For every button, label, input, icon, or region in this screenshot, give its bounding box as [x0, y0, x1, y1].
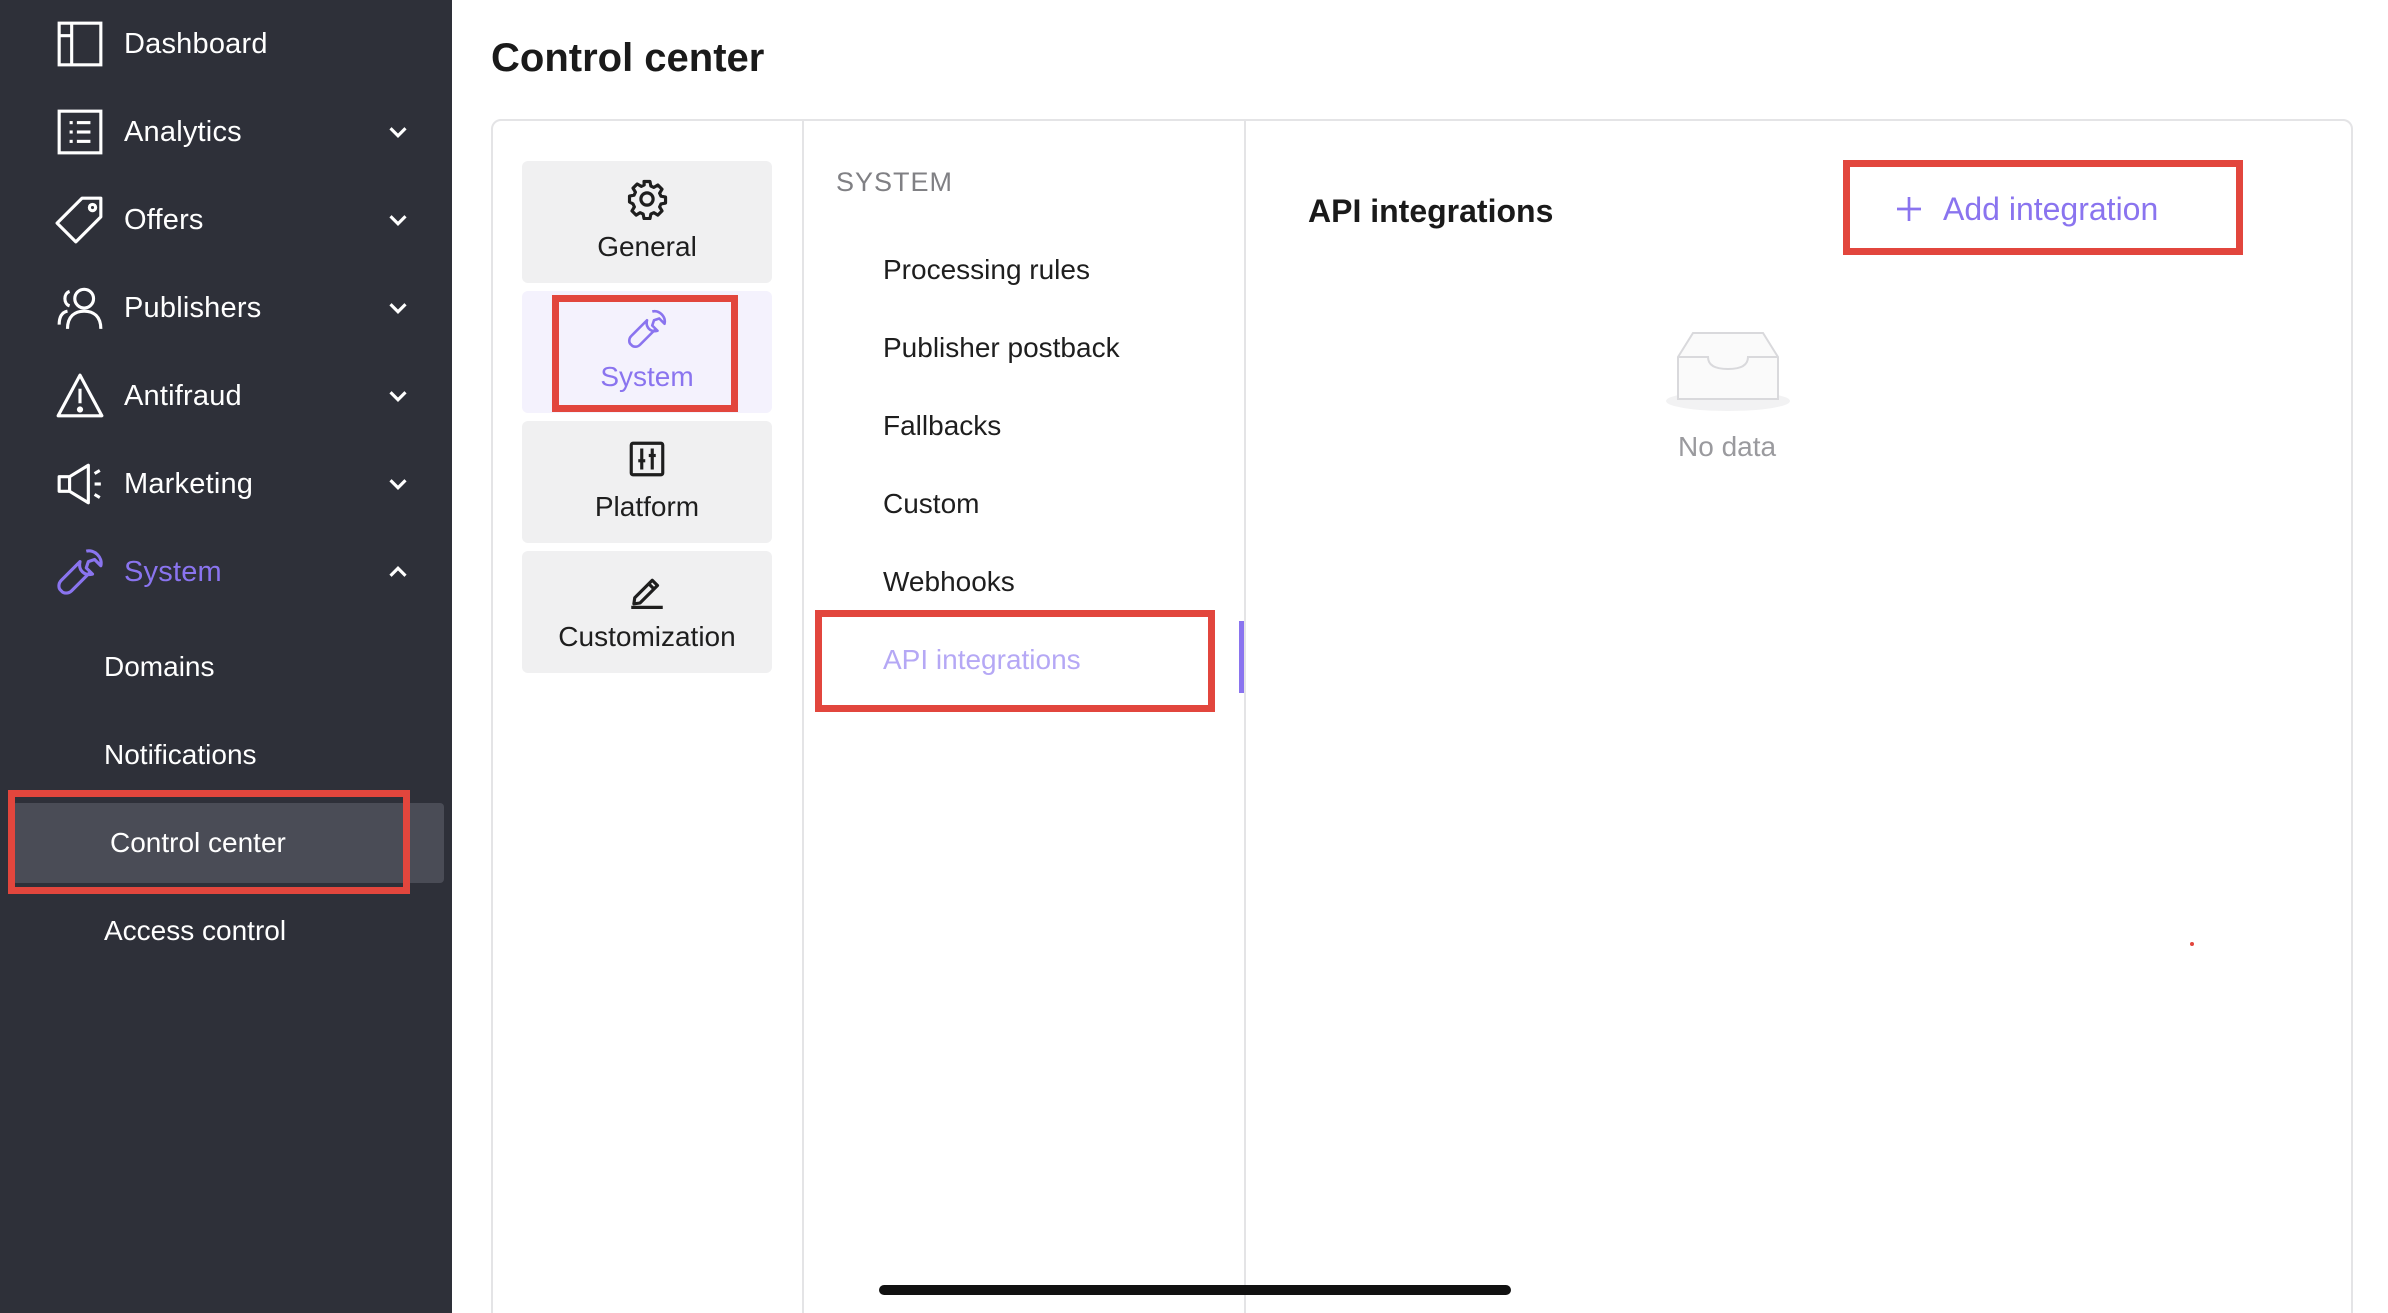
- sidebar-item-label: Offers: [124, 203, 204, 236]
- sidebar-subitem-label: Notifications: [104, 739, 257, 770]
- dashboard-icon: [54, 18, 106, 70]
- sidebar-subitem-label: Access control: [104, 915, 287, 946]
- menu-item-label: Processing rules: [883, 254, 1090, 285]
- menu-item-api-integrations[interactable]: API integrations: [836, 625, 1266, 695]
- menu-item-label: Webhooks: [883, 566, 1015, 597]
- category-tile-customization[interactable]: Customization: [522, 551, 772, 673]
- sidebar-subitem-label: Domains: [104, 651, 215, 682]
- annotation-dot: [2190, 942, 2194, 946]
- menu-item-webhooks[interactable]: Webhooks: [836, 547, 1266, 617]
- plus-icon: [1897, 197, 1921, 221]
- add-integration-label: Add integration: [1943, 190, 2159, 227]
- empty-state-text: No data: [1678, 431, 1777, 462]
- sidebar-item-label: System: [124, 555, 222, 588]
- menu-item-publisher-postback[interactable]: Publisher postback: [836, 313, 1266, 383]
- menu-item-processing-rules[interactable]: Processing rules: [836, 235, 1266, 305]
- sidebar-subitem-domains[interactable]: Domains: [0, 627, 452, 707]
- add-integration-button[interactable]: Add integration: [1893, 181, 2158, 237]
- sidebar-item-label: Antifraud: [124, 379, 242, 412]
- pen-icon: [625, 567, 669, 611]
- sidebar-item-label: Dashboard: [124, 27, 268, 60]
- users-icon: [54, 282, 106, 334]
- sidebar-item-marketing[interactable]: Marketing: [0, 440, 452, 528]
- sidebar-item-system[interactable]: System: [0, 528, 452, 616]
- sidebar-item-offers[interactable]: Offers: [0, 176, 452, 264]
- wrench-icon: [625, 307, 669, 351]
- sidebar-item-label: Analytics: [124, 115, 242, 148]
- control-center-panel: General System Platform Customization SY…: [491, 119, 2353, 1313]
- warning-icon: [54, 370, 106, 422]
- category-tile-general[interactable]: General: [522, 161, 772, 283]
- sidebar-item-label: Marketing: [124, 467, 254, 500]
- sidebar-item-publishers[interactable]: Publishers: [0, 264, 452, 352]
- category-tile-system[interactable]: System: [522, 291, 772, 413]
- chevron-down-icon: [389, 127, 407, 138]
- category-tile-label: Platform: [594, 491, 700, 522]
- category-tile-platform[interactable]: Platform: [522, 421, 772, 543]
- sidebar-item-antifraud[interactable]: Antifraud: [0, 352, 452, 440]
- chevron-down-icon: [389, 303, 407, 314]
- sliders-icon: [625, 437, 669, 481]
- active-menu-indicator: [1239, 621, 1244, 693]
- category-tile-label: General: [597, 231, 697, 262]
- category-tile-label: Customization: [558, 621, 736, 652]
- menu-item-label: Custom: [883, 488, 980, 519]
- megaphone-icon: [54, 458, 106, 510]
- chevron-down-icon: [389, 215, 407, 226]
- sidebar-item-dashboard[interactable]: Dashboard: [0, 0, 452, 88]
- analytics-icon: [54, 106, 106, 158]
- sidebar-subitem-label: Control center: [110, 827, 286, 858]
- menu-section-heading: SYSTEM: [836, 167, 954, 197]
- sidebar: Dashboard Analytics Offers Publishers An…: [0, 0, 452, 1313]
- gear-icon: [625, 177, 669, 221]
- sidebar-item-analytics[interactable]: Analytics: [0, 88, 452, 176]
- wrench-icon: [54, 546, 106, 598]
- home-indicator: [879, 1285, 1511, 1295]
- category-tile-label: System: [600, 361, 694, 392]
- chevron-down-icon: [389, 391, 407, 402]
- column-divider: [802, 121, 804, 1313]
- sidebar-item-label: Publishers: [124, 291, 262, 324]
- menu-item-label: API integrations: [883, 644, 1081, 675]
- empty-inbox-icon: [1666, 332, 1790, 411]
- tag-icon: [54, 194, 106, 246]
- menu-item-label: Fallbacks: [883, 410, 1002, 441]
- menu-item-label: Publisher postback: [883, 332, 1120, 363]
- section-title: API integrations: [1308, 193, 1554, 229]
- chevron-up-icon: [389, 566, 407, 577]
- menu-item-fallbacks[interactable]: Fallbacks: [836, 391, 1266, 461]
- page-title: Control center: [491, 36, 765, 80]
- sidebar-subitem-notifications[interactable]: Notifications: [0, 715, 452, 795]
- sidebar-subitem-control-center[interactable]: Control center: [12, 803, 444, 883]
- chevron-down-icon: [389, 479, 407, 490]
- sidebar-subitem-access-control[interactable]: Access control: [0, 891, 452, 971]
- menu-item-custom[interactable]: Custom: [836, 469, 1266, 539]
